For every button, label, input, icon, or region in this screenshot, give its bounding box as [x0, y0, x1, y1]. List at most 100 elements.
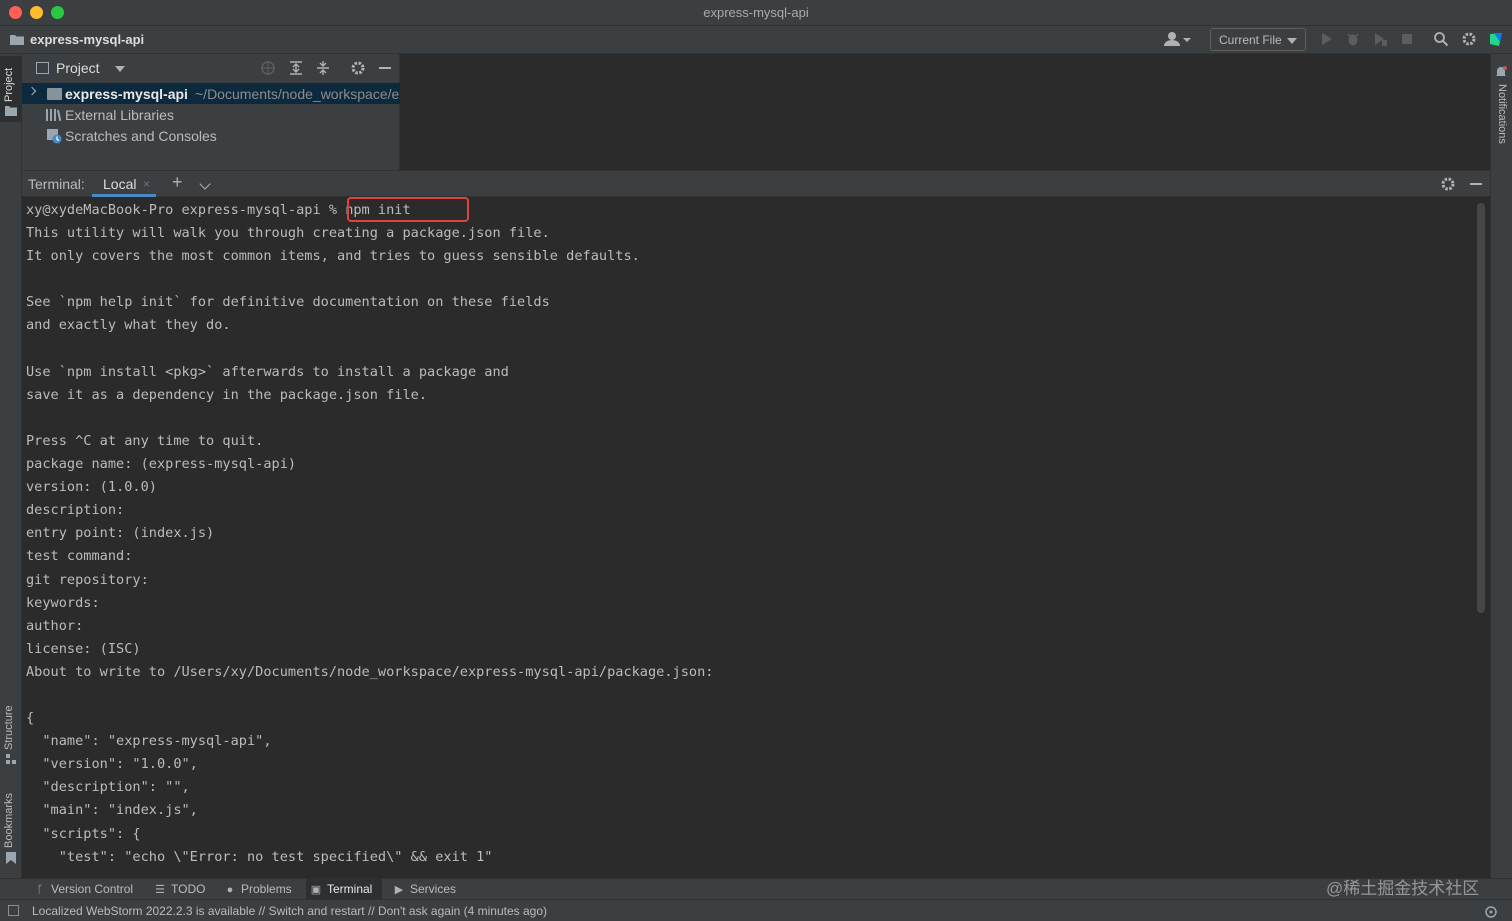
tool-tab-services[interactable]: ▶ Services	[389, 879, 465, 900]
folder-icon	[47, 88, 62, 100]
debug-icon[interactable]	[1345, 31, 1361, 47]
tool-tab-label: Terminal	[327, 882, 373, 896]
stripe-tab-project[interactable]: Project	[3, 68, 15, 102]
coverage-icon[interactable]	[1372, 31, 1388, 47]
terminal-tab-label: Local	[103, 176, 137, 192]
tool-tab-label: TODO	[171, 882, 206, 896]
terminal-scrollbar[interactable]	[1477, 203, 1485, 613]
tree-item-scratches[interactable]: Scratches and Consoles	[22, 125, 400, 146]
tool-tab-problems[interactable]: ● Problems	[220, 879, 298, 900]
tool-tab-version-control[interactable]: ᚴ Version Control	[30, 879, 140, 900]
chevron-down-icon	[1287, 38, 1297, 44]
terminal-lines: xy@xydeMacBook-Pro express-mysql-api % n…	[26, 199, 713, 869]
user-icon[interactable]	[1163, 30, 1193, 50]
tree-item-external-libraries[interactable]: External Libraries	[22, 104, 400, 125]
tool-tab-terminal[interactable]: ▣ Terminal	[306, 879, 382, 900]
chevron-down-icon[interactable]	[115, 66, 125, 72]
gear-icon[interactable]	[1461, 31, 1477, 47]
gear-icon[interactable]	[350, 60, 366, 76]
terminal-line: Use `npm install <pkg>` afterwards to in…	[26, 363, 509, 380]
terminal-tab-local[interactable]: Local ×	[92, 171, 156, 197]
terminal-line: save it as a dependency in the package.j…	[26, 386, 428, 403]
project-folder-icon	[5, 106, 17, 116]
tool-tab-todo[interactable]: ☰ TODO	[150, 879, 212, 900]
terminal-title: Terminal:	[28, 176, 85, 192]
library-icon	[46, 109, 62, 121]
chevron-down-icon[interactable]	[199, 178, 211, 190]
breadcrumb-project[interactable]: express-mysql-api	[30, 32, 144, 47]
run-configuration-select[interactable]: Current File	[1210, 28, 1306, 51]
terminal-line: test command:	[26, 548, 133, 565]
tree-item-label: External Libraries	[65, 107, 174, 123]
terminal-line: About to write to /Users/xy/Documents/no…	[26, 663, 714, 680]
terminal-line: "scripts": {	[26, 825, 141, 842]
tool-tab-label: Version Control	[51, 882, 134, 896]
gear-icon[interactable]	[1440, 176, 1456, 192]
terminal-line: package name: (express-mysql-api)	[26, 456, 297, 473]
structure-icon	[6, 754, 16, 764]
navigation-bar: express-mysql-api Current File	[0, 26, 1512, 54]
stripe-tab-bookmarks[interactable]: Bookmarks	[3, 793, 15, 848]
search-icon[interactable]	[1433, 31, 1449, 47]
scratches-icon	[47, 129, 62, 144]
terminal-header: Terminal: Local × +	[22, 170, 1490, 197]
tool-tab-label: Problems	[241, 882, 292, 896]
inspection-icon[interactable]	[1484, 903, 1500, 919]
window-title: express-mysql-api	[703, 5, 809, 20]
stripe-tab-structure[interactable]: Structure	[3, 705, 15, 750]
branch-icon: ᚴ	[36, 884, 44, 896]
project-tool-window: Project express-mysql-api ~/Documents/no…	[22, 54, 400, 170]
hide-icon[interactable]	[377, 60, 393, 76]
terminal-line: Press ^C at any time to quit.	[26, 432, 264, 449]
terminal-icon: ▣	[310, 884, 322, 896]
play-icon: ▶	[394, 884, 404, 896]
terminal-line: and exactly what they do.	[26, 317, 231, 334]
info-icon: ●	[226, 884, 234, 896]
status-message[interactable]: Localized WebStorm 2022.2.3 is available…	[32, 904, 547, 918]
terminal-line: "test": "echo \"Error: no test specified…	[26, 848, 493, 865]
run-icon[interactable]	[1318, 31, 1334, 47]
hide-icon[interactable]	[1470, 183, 1482, 185]
watermark: @稀土掘金技术社区	[1326, 879, 1480, 898]
terminal-line: See `npm help init` for definitive docum…	[26, 294, 550, 311]
locate-icon[interactable]	[260, 60, 276, 76]
terminal-output[interactable]: xy@xydeMacBook-Pro express-mysql-api % n…	[22, 197, 1490, 878]
editor-area[interactable]	[400, 54, 1490, 170]
terminal-line: author:	[26, 617, 84, 634]
tool-window-bar: ᚴ Version Control ☰ TODO ● Problems ▣ Termin…	[0, 878, 1512, 900]
stripe-tab-notifications[interactable]: Notifications	[1496, 84, 1508, 144]
project-panel-title[interactable]: Project	[56, 60, 100, 76]
new-terminal-button[interactable]: +	[172, 172, 183, 193]
terminal-prompt: xy@xydeMacBook-Pro express-mysql-api %	[26, 202, 346, 218]
close-icon[interactable]: ×	[143, 177, 150, 191]
tree-item-path: ~/Documents/node_workspace/ex	[195, 86, 400, 102]
chevron-right-icon[interactable]	[27, 86, 37, 96]
list-icon: ☰	[155, 884, 165, 896]
terminal-line: "version": "1.0.0",	[26, 756, 198, 773]
terminal-line: description:	[26, 502, 125, 519]
terminal-line: version: (1.0.0)	[26, 479, 157, 496]
expand-all-icon[interactable]	[288, 60, 304, 76]
jetbrains-logo-icon[interactable]	[1488, 31, 1504, 47]
terminal-line: {	[26, 710, 35, 727]
tree-item-label: Scratches and Consoles	[65, 128, 217, 144]
tool-windows-icon[interactable]	[8, 905, 19, 916]
terminal-line: "name": "express-mysql-api",	[26, 733, 272, 750]
terminal-line: entry point: (index.js)	[26, 525, 215, 542]
terminal-line: "main": "index.js",	[26, 802, 198, 819]
terminal-line: This utility will walk you through creat…	[26, 225, 550, 242]
right-tool-stripe	[1490, 54, 1512, 878]
tree-item-label: express-mysql-api	[65, 86, 188, 102]
tree-item-project-root[interactable]: express-mysql-api ~/Documents/node_works…	[22, 83, 400, 104]
bookmark-icon	[6, 852, 16, 864]
terminal-line: It only covers the most common items, an…	[26, 248, 640, 265]
terminal-line: license: (ISC)	[26, 640, 141, 657]
stop-icon[interactable]	[1399, 31, 1415, 47]
collapse-all-icon[interactable]	[315, 60, 331, 76]
project-panel-header: Project	[22, 54, 400, 82]
title-bar: express-mysql-api	[0, 0, 1512, 26]
